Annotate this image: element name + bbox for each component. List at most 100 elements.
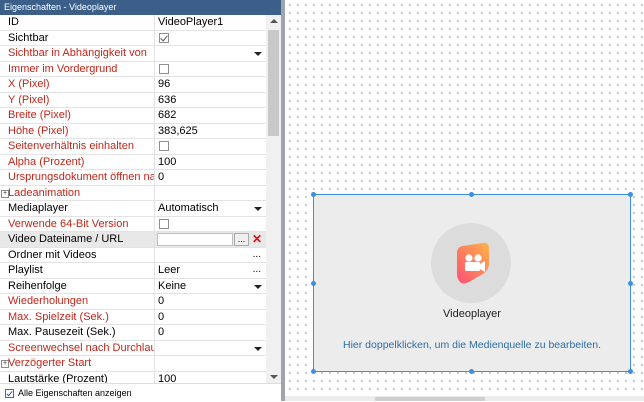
property-row-max-spielzeit-sek[interactable]: Max. Spielzeit (Sek.) 0 xyxy=(0,309,266,325)
property-row-max-pausezeit-sek[interactable]: Max. Pausezeit (Sek.) 0 xyxy=(0,325,266,341)
video-url-input[interactable] xyxy=(157,233,233,246)
scroll-thumb[interactable] xyxy=(268,30,279,136)
canvas-scroll-thumb[interactable] xyxy=(375,397,485,401)
property-value[interactable]: 636 xyxy=(158,93,263,108)
clear-icon[interactable]: ✕ xyxy=(250,233,264,246)
property-label: Breite (Pixel) xyxy=(8,108,155,123)
edit-media-hint: Hier doppelklicken, um die Medienquelle … xyxy=(343,339,601,351)
video-camera-icon xyxy=(457,242,489,284)
property-row-sichtbar-in-abhangigkeit-von[interactable]: Sichtbar in Abhängigkeit von xyxy=(0,46,266,62)
panel-footer: Alle Eigenschaften anzeigen xyxy=(0,383,281,402)
show-all-properties-label[interactable]: Alle Eigenschaften anzeigen xyxy=(18,387,132,399)
resize-handle-top[interactable] xyxy=(469,192,474,197)
property-label: X (Pixel) xyxy=(8,77,155,92)
property-label: ID xyxy=(8,15,155,30)
property-row-alpha-prozent[interactable]: Alpha (Prozent) 100 xyxy=(0,154,266,170)
property-value[interactable] xyxy=(158,341,263,356)
property-label: Verwende 64-Bit Version xyxy=(8,216,155,232)
property-row-mediaplayer[interactable]: Mediaplayer Automatisch xyxy=(0,201,266,217)
property-label: Max. Spielzeit (Sek.) xyxy=(8,309,155,325)
property-row-verzogerter-start[interactable]: + Verzögerter Start xyxy=(0,356,266,372)
property-label: Verzögerter Start xyxy=(8,356,155,371)
property-row-breite-pixel[interactable]: Breite (Pixel) 682 xyxy=(0,108,266,124)
property-label: Höhe (Pixel) xyxy=(8,123,155,139)
property-label: Max. Pausezeit (Sek.) xyxy=(8,325,155,340)
videoplayer-label: Videoplayer xyxy=(443,308,501,320)
property-row-x-pixel[interactable]: X (Pixel) 96 xyxy=(0,77,266,93)
property-row-reihenfolge[interactable]: Reihenfolge Keine xyxy=(0,278,266,294)
property-checkbox[interactable] xyxy=(159,218,169,229)
property-value[interactable]: Leer xyxy=(158,263,263,278)
property-label: Ladeanimation xyxy=(8,185,155,201)
property-label: Reihenfolge xyxy=(8,278,155,294)
property-row-ordner-mit-videos[interactable]: Ordner mit Videos... xyxy=(0,247,266,263)
property-value[interactable]: Keine xyxy=(158,279,263,294)
ellipsis-button[interactable]: ... xyxy=(253,248,261,263)
dropdown-arrow-icon[interactable] xyxy=(254,207,262,211)
property-row-immer-im-vordergrund[interactable]: Immer im Vordergrund xyxy=(0,61,266,77)
property-grid: ID VideoPlayer1 Sichtbar Sichtbar in Abhäng… xyxy=(0,15,266,383)
property-row-sichtbar[interactable]: Sichtbar xyxy=(0,30,266,46)
property-value[interactable]: VideoPlayer1 xyxy=(158,15,263,30)
resize-handle-bottom[interactable] xyxy=(469,369,474,374)
property-row-playlist[interactable]: Playlist Leer... xyxy=(0,263,266,279)
dropdown-arrow-icon[interactable] xyxy=(254,284,262,289)
property-label: Sichtbar in Abhängigkeit von xyxy=(8,46,155,61)
property-value[interactable]: 0 xyxy=(158,170,263,185)
property-value[interactable] xyxy=(158,248,263,263)
property-label: Lautstärke (Prozent) xyxy=(8,371,155,383)
scroll-down-icon[interactable] xyxy=(270,375,278,379)
property-row-verwende-64-bit-version[interactable]: Verwende 64-Bit Version xyxy=(0,216,266,232)
dropdown-arrow-icon[interactable] xyxy=(254,346,262,351)
property-row-video-dateiname-url[interactable]: Video Dateiname / URL... ✕ xyxy=(0,232,266,248)
property-label: Ordner mit Videos xyxy=(8,247,155,263)
property-row-ursprungsdokument-offnen-na[interactable]: Ursprungsdokument öffnen na 0 xyxy=(0,170,266,186)
dropdown-arrow-icon[interactable] xyxy=(254,52,262,56)
property-value[interactable]: Automatisch xyxy=(158,201,263,216)
property-label: Sichtbar xyxy=(8,30,155,46)
browse-button[interactable]: ... xyxy=(234,233,249,246)
property-label: Playlist xyxy=(8,263,155,278)
property-label: Immer im Vordergrund xyxy=(8,61,155,77)
property-row-seitenverhaltnis-einhalten[interactable]: Seitenverhältnis einhalten xyxy=(0,139,266,155)
resize-handle-right[interactable] xyxy=(628,281,633,286)
property-value[interactable]: 0 xyxy=(158,294,263,309)
show-all-properties-checkbox[interactable] xyxy=(5,389,14,398)
resize-handle-bottom-left[interactable] xyxy=(311,369,316,374)
ellipsis-button[interactable]: ... xyxy=(253,263,261,278)
video-icon-circle xyxy=(431,223,511,303)
property-label: Video Dateiname / URL xyxy=(8,232,155,247)
property-label: Y (Pixel) xyxy=(8,92,155,108)
property-value[interactable]: 96 xyxy=(158,77,263,92)
panel-title: Eigenschaften - Videoplayer xyxy=(0,0,281,15)
resize-handle-top-left[interactable] xyxy=(311,192,316,197)
canvas-horizontal-scrollbar[interactable] xyxy=(285,396,644,401)
property-row-hohe-pixel[interactable]: Höhe (Pixel) 383,625 xyxy=(0,123,266,139)
property-row-id[interactable]: ID VideoPlayer1 xyxy=(0,15,266,31)
property-row-screenwechsel-nach-durchlau[interactable]: Screenwechsel nach Durchlau xyxy=(0,340,266,356)
property-value[interactable]: 682 xyxy=(158,108,263,123)
property-value[interactable] xyxy=(158,46,263,61)
resize-handle-left[interactable] xyxy=(311,281,316,286)
property-scrollbar[interactable] xyxy=(266,15,281,383)
property-value[interactable]: 383,625 xyxy=(158,124,263,139)
property-row-wiederholungen[interactable]: Wiederholungen 0 xyxy=(0,294,266,310)
property-label: Ursprungsdokument öffnen na xyxy=(8,170,155,185)
resize-handle-bottom-right[interactable] xyxy=(628,369,633,374)
property-value[interactable]: 0 xyxy=(158,325,263,340)
property-value[interactable] xyxy=(158,356,263,371)
property-value[interactable]: 100 xyxy=(158,372,263,384)
scroll-up-icon[interactable] xyxy=(270,19,278,23)
property-value[interactable] xyxy=(158,186,263,201)
property-row-y-pixel[interactable]: Y (Pixel) 636 xyxy=(0,92,266,108)
property-value[interactable]: 0 xyxy=(158,310,263,325)
property-checkbox[interactable] xyxy=(159,141,169,151)
property-row-lautstarke-prozent[interactable]: Lautstärke (Prozent) 100 xyxy=(0,371,266,384)
property-label: Wiederholungen xyxy=(8,294,155,309)
property-value[interactable]: 100 xyxy=(158,155,263,170)
property-checkbox[interactable] xyxy=(159,63,169,74)
property-row-ladeanimation[interactable]: + Ladeanimation xyxy=(0,185,266,201)
property-checkbox[interactable] xyxy=(159,32,169,43)
resize-handle-top-right[interactable] xyxy=(628,192,633,197)
property-label: Alpha (Prozent) xyxy=(8,154,155,170)
